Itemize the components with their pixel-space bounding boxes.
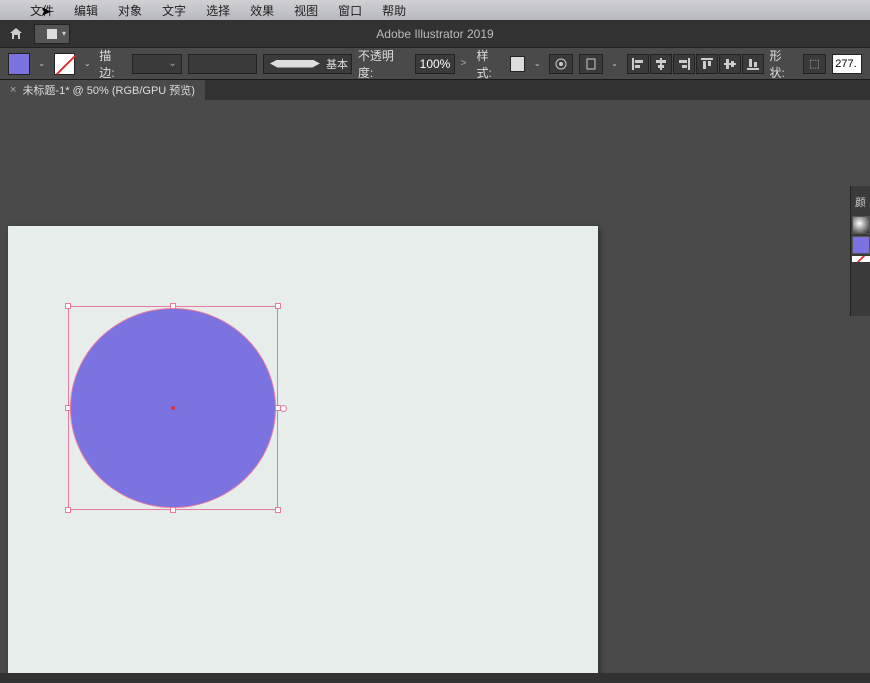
menu-help[interactable]: 帮助 (372, 0, 416, 21)
resize-handle-tr[interactable] (275, 303, 281, 309)
center-point-icon (171, 406, 175, 410)
tab-close-button[interactable]: × (10, 84, 16, 96)
artboard[interactable] (8, 226, 598, 676)
selection-bounding-box[interactable] (68, 306, 278, 510)
style-label: 样式: (477, 47, 504, 81)
menu-bar: ➤ 文件 编辑 对象 文字 选择 效果 视图 窗口 帮助 (0, 0, 870, 20)
shape-label: 形状: (770, 47, 797, 81)
resize-handle-tm[interactable] (170, 303, 176, 309)
menu-select[interactable]: 选择 (196, 0, 240, 21)
workspace-switcher[interactable] (34, 24, 70, 44)
app-title: Adobe Illustrator 2019 (376, 27, 493, 41)
style-dropdown[interactable]: ⌄ (531, 53, 543, 75)
home-button[interactable] (4, 22, 28, 46)
menu-effect[interactable]: 效果 (240, 0, 284, 21)
recolor-button[interactable] (549, 54, 573, 74)
resize-handle-bl[interactable] (65, 507, 71, 513)
stroke-weight-input[interactable] (132, 54, 182, 74)
menu-type[interactable]: 文字 (152, 0, 196, 21)
status-bar (0, 673, 870, 683)
align-group (627, 54, 764, 74)
menu-window[interactable]: 窗口 (328, 0, 372, 21)
resize-handle-lm[interactable] (65, 405, 71, 411)
panel-tab-color[interactable]: 颜 (851, 194, 870, 210)
stroke-color-swatch[interactable] (54, 53, 76, 75)
panel-stroke-indicator[interactable] (852, 256, 870, 262)
align-right-button[interactable] (673, 54, 695, 74)
stroke-label: 描边: (99, 47, 126, 81)
shape-link-button[interactable]: ⬚ (803, 54, 827, 74)
fill-color-swatch[interactable] (8, 53, 30, 75)
menu-file[interactable]: 文件 (20, 0, 64, 21)
fill-dropdown[interactable]: ⌄ (36, 53, 48, 75)
resize-handle-tl[interactable] (65, 303, 71, 309)
opacity-label: 不透明度: (358, 47, 409, 81)
app-bar: Adobe Illustrator 2019 (0, 20, 870, 48)
shape-width-input[interactable]: 277. (832, 54, 862, 74)
opacity-arrow-icon[interactable]: > (461, 58, 467, 69)
menu-view[interactable]: 视图 (284, 0, 328, 21)
tab-title: 未标题-1* @ 50% (RGB/GPU 预览) (22, 82, 195, 98)
document-setup-button[interactable] (579, 54, 603, 74)
right-panel-dock[interactable]: 颜 (850, 186, 870, 316)
opacity-input[interactable]: 100% (415, 54, 455, 74)
stroke-dropdown[interactable]: ⌄ (81, 53, 93, 75)
resize-handle-bm[interactable] (170, 507, 176, 513)
control-bar: ⌄ ⌄ 描边: 基本 不透明度: 100% > 样式: ⌄ ⌄ 形状: ⬚ 27… (0, 48, 870, 80)
align-hcenter-button[interactable] (650, 54, 672, 74)
align-top-button[interactable] (696, 54, 718, 74)
menu-edit[interactable]: 编辑 (64, 0, 108, 21)
style-swatch[interactable] (510, 56, 526, 72)
live-corner-widget[interactable] (280, 405, 287, 412)
workspace[interactable]: 颜 (0, 100, 870, 683)
panel-fill-swatch[interactable] (852, 236, 870, 254)
resize-handle-br[interactable] (275, 507, 281, 513)
document-tab[interactable]: × 未标题-1* @ 50% (RGB/GPU 预览) (0, 80, 205, 100)
align-left-button[interactable] (627, 54, 649, 74)
stroke-profile[interactable]: 基本 (263, 54, 352, 74)
profile-shape-icon (270, 60, 320, 68)
document-tab-bar: × 未标题-1* @ 50% (RGB/GPU 预览) (0, 80, 870, 100)
align-bottom-button[interactable] (742, 54, 764, 74)
panel-gradient-thumb[interactable] (852, 216, 870, 234)
stroke-variable-width[interactable] (188, 54, 257, 74)
doc-dropdown[interactable]: ⌄ (609, 53, 621, 75)
align-vcenter-button[interactable] (719, 54, 741, 74)
menu-object[interactable]: 对象 (108, 0, 152, 21)
